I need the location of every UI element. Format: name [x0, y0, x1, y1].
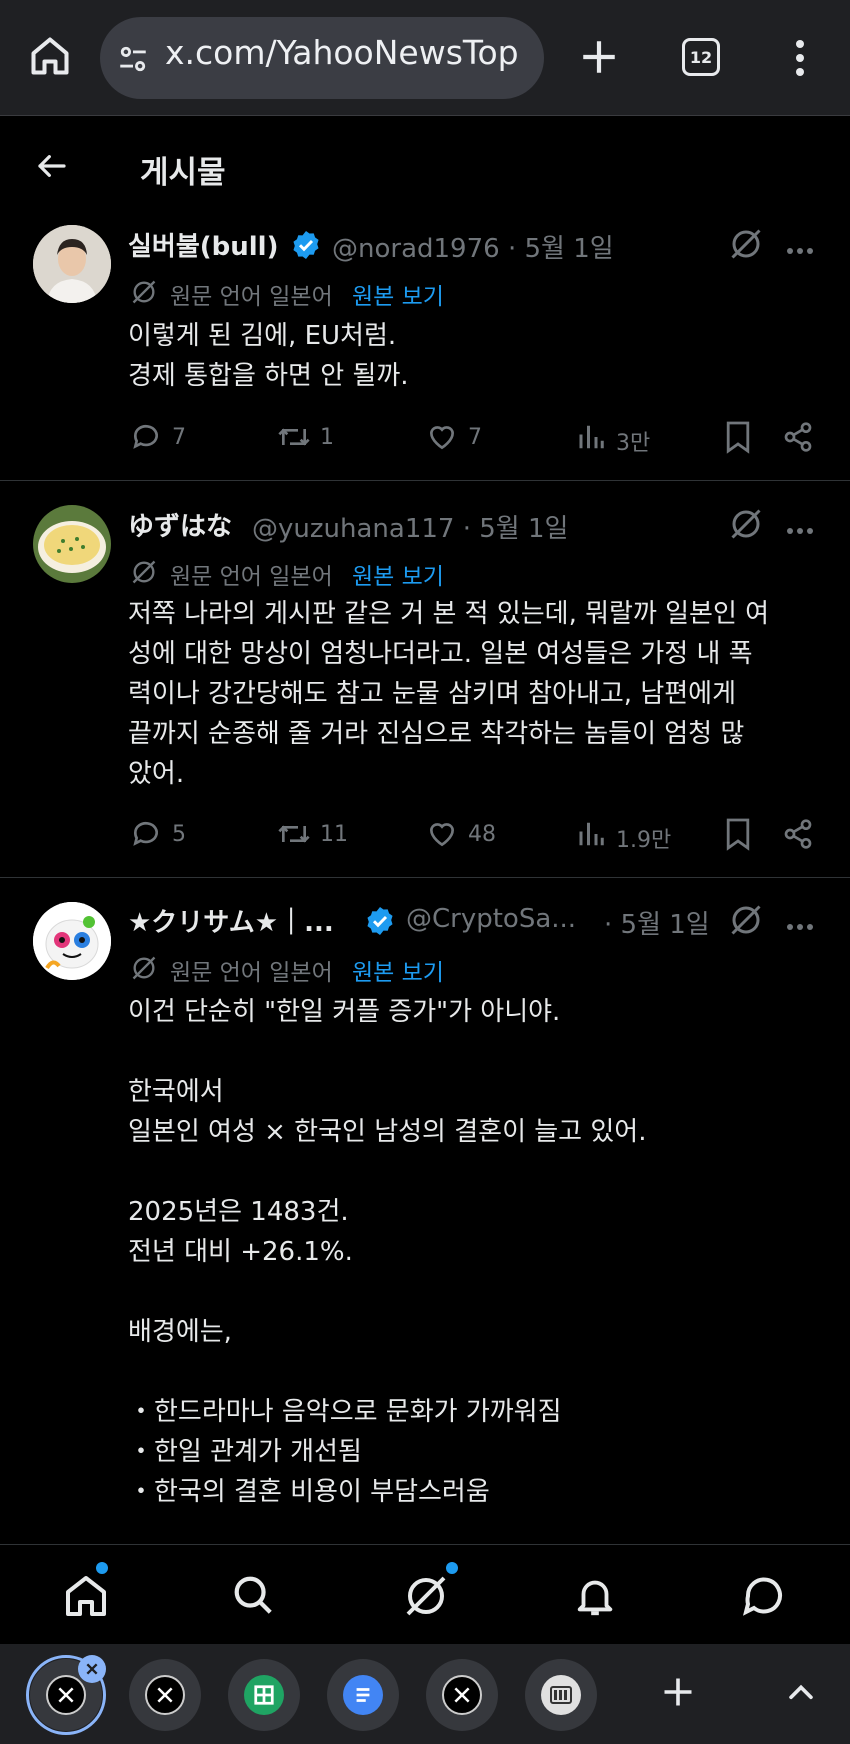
post-text-line — [128, 1272, 828, 1312]
browser-home-icon[interactable] — [28, 34, 72, 82]
post-text-line — [128, 1032, 828, 1072]
like-icon[interactable] — [426, 421, 458, 457]
post-text-line: ・한일 관계가 개선됨 — [128, 1437, 362, 1467]
post-text-line: 력이나 강간당해도 참고 눈물 삼키며 참아내고, 남편에게 — [128, 679, 737, 709]
chevron-up-icon[interactable] — [784, 1676, 818, 1714]
browser-menu-icon[interactable] — [794, 38, 806, 82]
translation-label: 원문 언어 일본어 — [170, 284, 333, 310]
author-name[interactable]: ★クリサム★｜... — [128, 902, 334, 939]
post-text-line — [128, 1152, 828, 1192]
like-count: 48 — [468, 822, 496, 847]
tab-switcher-button[interactable]: 12 — [682, 38, 720, 76]
show-original-link[interactable]: 원본 보기 — [352, 557, 444, 591]
bookmark-icon[interactable] — [724, 817, 752, 855]
page-title: 게시물 — [140, 155, 226, 191]
author-handle[interactable]: @yuzuhana117 · 5월 1일 — [252, 508, 568, 545]
more-options-icon[interactable] — [786, 240, 814, 259]
repost-count: 1 — [320, 425, 334, 450]
translation-label: 원문 언어 일본어 — [170, 564, 333, 590]
url-text[interactable]: x.com/YahooNewsTop — [165, 33, 531, 83]
post-text-line: 전년 대비 +26.1%. — [128, 1237, 353, 1267]
post-text: 이렇게 된 김에, EU처럼. 경제 통합을 하면 안 될까. — [128, 316, 828, 396]
view-count: 3만 — [616, 431, 651, 456]
repost-count: 11 — [320, 822, 348, 847]
post-text-line: ・한드라마나 음악으로 문화가 가까워짐 — [128, 1397, 562, 1427]
tab-strip — [0, 1644, 850, 1744]
author-name[interactable]: ゆずはな — [128, 506, 232, 543]
post-text-line: 았어. — [128, 759, 185, 789]
reply-icon[interactable] — [130, 818, 162, 854]
post-text-line: 일본인 여성 × 한국인 남성의 결혼이 늘고 있어. — [128, 1117, 647, 1147]
verified-badge-icon — [364, 905, 396, 941]
share-icon[interactable] — [782, 420, 814, 458]
page-header — [0, 116, 850, 216]
translation-label: 원문 언어 일본어 — [170, 960, 333, 986]
post-text-line: 끝까지 순종해 줄 거라 진심으로 착각하는 놈들이 엄청 많 — [128, 719, 745, 749]
translate-icon — [130, 278, 158, 310]
post-date[interactable]: · 5월 1일 — [604, 904, 710, 941]
tab-x[interactable] — [129, 1659, 201, 1731]
post-text: 이건 단순히 "한일 커플 증가"가 아니야. 한국에서 일본인 여성 × 한국… — [128, 992, 828, 1512]
reply-count: 7 — [172, 425, 186, 450]
more-options-icon[interactable] — [786, 916, 814, 935]
site-settings-icon[interactable] — [116, 42, 150, 80]
search-icon[interactable] — [230, 1572, 276, 1622]
home-icon[interactable] — [62, 1572, 110, 1624]
author-handle[interactable]: @norad1976 · 5월 1일 — [332, 228, 614, 265]
show-original-link[interactable]: 원본 보기 — [352, 277, 444, 311]
chat-icon[interactable] — [740, 1572, 788, 1624]
tab-x[interactable] — [426, 1659, 498, 1731]
post-text-line: 저쪽 나라의 게시판 같은 거 본 적 있는데, 뭐랄까 일본인 여 — [128, 599, 770, 629]
post-text-line: 이건 단순히 "한일 커플 증가"가 아니야. — [128, 997, 561, 1027]
verified-badge-icon — [290, 229, 322, 265]
grok-icon[interactable] — [728, 902, 764, 942]
grok-icon[interactable] — [728, 226, 764, 266]
post-text-line: 한국에서 — [128, 1077, 224, 1107]
view-count: 1.9만 — [616, 828, 672, 853]
grok-notification-dot — [446, 1562, 458, 1574]
author-handle[interactable]: @CryptoSa... — [406, 904, 576, 934]
like-icon[interactable] — [426, 818, 458, 854]
post-text-line: 경제 통합을 하면 안 될까. — [128, 361, 409, 391]
post-text-line: ・한국의 결혼 비용이 부담스러움 — [128, 1477, 490, 1507]
post-text-line: 배경에는, — [128, 1317, 232, 1347]
like-count: 7 — [468, 425, 482, 450]
post-text: 저쪽 나라의 게시판 같은 거 본 적 있는데, 뭐랄까 일본인 여 성에 대한… — [128, 594, 828, 794]
translate-icon — [130, 954, 158, 986]
post-text-line: 2025년은 1483건. — [128, 1197, 349, 1227]
post-text-line: 성에 대한 망상이 엄청나더라고. 일본 여성들은 가정 내 폭 — [128, 639, 753, 669]
author-name[interactable]: 실버불(bull) — [128, 226, 278, 263]
tab-site[interactable] — [525, 1659, 597, 1731]
bell-icon[interactable] — [572, 1572, 618, 1624]
show-original-link[interactable]: 원본 보기 — [352, 953, 444, 987]
views-icon[interactable] — [576, 421, 606, 457]
translate-icon — [130, 558, 158, 590]
close-tab-icon[interactable] — [78, 1655, 106, 1683]
new-tab-icon[interactable] — [578, 36, 620, 82]
repost-icon[interactable] — [276, 818, 312, 854]
back-arrow-icon[interactable] — [34, 150, 70, 186]
avatar[interactable] — [33, 902, 111, 980]
bookmark-icon[interactable] — [724, 420, 752, 458]
add-tab-icon[interactable] — [660, 1674, 696, 1714]
tab-docs[interactable] — [327, 1659, 399, 1731]
more-options-icon[interactable] — [786, 520, 814, 539]
home-notification-dot — [96, 1562, 108, 1574]
browser-toolbar: x.com/YahooNewsTop 12 — [0, 0, 850, 116]
avatar[interactable] — [33, 225, 111, 303]
reply-count: 5 — [172, 822, 186, 847]
reply-icon[interactable] — [130, 421, 162, 457]
post-text-line — [128, 1352, 828, 1392]
views-icon[interactable] — [576, 818, 606, 854]
repost-icon[interactable] — [276, 421, 312, 457]
grok-icon[interactable] — [402, 1572, 450, 1624]
avatar[interactable] — [33, 505, 111, 583]
grok-icon[interactable] — [728, 506, 764, 546]
tab-sheets[interactable] — [228, 1659, 300, 1731]
post-text-line: 이렇게 된 김에, EU처럼. — [128, 321, 397, 351]
share-icon[interactable] — [782, 817, 814, 855]
